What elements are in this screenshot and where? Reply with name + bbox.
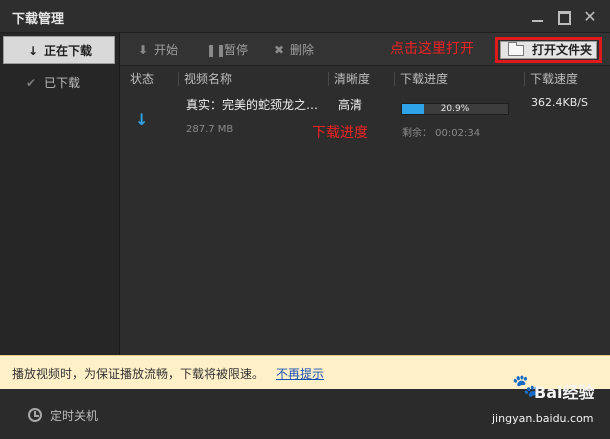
clarity-value: 高清 [338, 98, 363, 112]
open-folder-label: 打开文件夹 [532, 43, 593, 57]
window-title: 下载管理 [12, 12, 65, 27]
column-header-state: 状态 [130, 72, 155, 86]
delete-icon: ✖ [273, 43, 285, 57]
download-arrow-icon: ↓ [27, 44, 39, 58]
file-size: 287.7 MB [186, 124, 234, 135]
video-name: 真实：完美的蛇颈龙之… [186, 98, 319, 112]
delete-label: 删除 [290, 43, 315, 57]
sidebar: ↓ 正在下载 ✔ 已下载 [0, 33, 120, 355]
progress-text: 20.9% [440, 104, 470, 114]
dismiss-notice-link[interactable]: 不再提示 [276, 365, 324, 382]
pause-icon: ❚❚ [206, 43, 227, 57]
start-label: 开始 [154, 43, 179, 57]
folder-icon [508, 42, 524, 56]
checkmark-icon: ✔ [25, 76, 37, 90]
download-status-icon: ↓ [135, 110, 149, 129]
pause-label: 暂停 [224, 43, 249, 57]
download-list: 状态 视频名称 清晰度 下载进度 下载速度 ↓ 真实：完美的蛇颈龙之… 287.… [120, 66, 610, 355]
timed-shutdown-button[interactable]: 定时关机 [50, 407, 98, 424]
sidebar-item-label: 已下载 [44, 76, 81, 90]
alarm-clock-icon[interactable] [28, 408, 42, 422]
open-folder-button[interactable]: 打开文件夹 [500, 41, 597, 59]
sidebar-item-label: 正在下载 [44, 44, 93, 58]
progress-hint: 下载进度 [312, 125, 368, 141]
watermark-url: jingyan.baidu.com [492, 412, 594, 425]
sidebar-item-downloaded[interactable]: ✔ 已下载 [0, 69, 120, 97]
notice-text: 播放视频时，为保证播放流畅，下载将被限速。 [12, 367, 265, 381]
title-bar: 下载管理 ✕ [0, 0, 610, 33]
column-separator [328, 72, 329, 86]
close-icon[interactable]: ✕ [582, 9, 598, 25]
sidebar-item-downloading[interactable]: ↓ 正在下载 [3, 36, 115, 64]
column-separator [178, 72, 179, 86]
start-button[interactable]: ⬇ 开始 [136, 41, 178, 59]
minimize-icon[interactable] [530, 9, 546, 25]
column-header-speed: 下载速度 [530, 72, 579, 86]
watermark-brand: Bai经验 [534, 383, 595, 402]
pause-button[interactable]: ❚❚暂停 [206, 41, 248, 59]
delete-button[interactable]: ✖ 删除 [272, 41, 314, 59]
download-speed: 362.4KB/S [531, 96, 588, 109]
column-separator [394, 72, 395, 86]
remaining-time: 剩余： 00:02:34 [402, 128, 481, 139]
open-folder-highlight: 打开文件夹 [495, 37, 602, 63]
open-folder-hint: 点击这里打开 [390, 41, 474, 57]
column-header-progress: 下载进度 [400, 72, 449, 86]
column-header-name: 视频名称 [184, 72, 233, 86]
start-icon: ⬇ [137, 43, 149, 57]
column-header-clarity: 清晰度 [334, 72, 371, 86]
column-separator [524, 72, 525, 86]
progress-bar: 20.9% [401, 103, 509, 115]
maximize-icon[interactable] [556, 9, 572, 25]
